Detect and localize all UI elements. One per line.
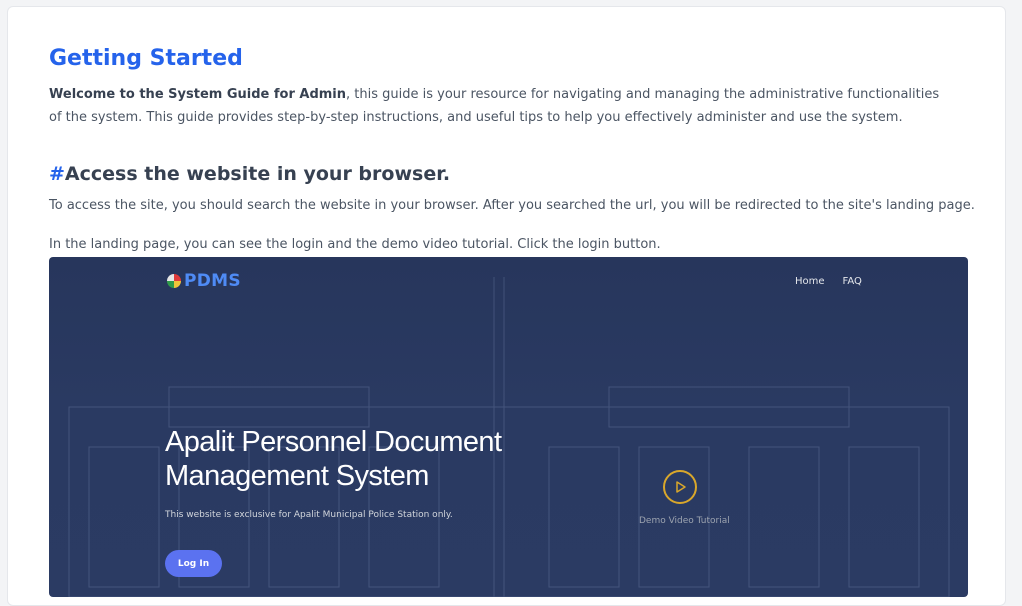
section-paragraph-2: In the landing page, you can see the log… (49, 237, 661, 252)
intro-bold-text: Welcome to the System Guide for Admin (49, 87, 347, 102)
play-video-button[interactable] (663, 470, 697, 504)
section-heading-text: Access the website in your browser. (64, 163, 451, 185)
landing-page-screenshot: PDMS Home FAQ Apalit Personnel Document … (49, 257, 968, 597)
top-nav: Home FAQ (795, 276, 862, 287)
hero-title-line-1: Apalit Personnel Document (165, 426, 502, 458)
guide-card: Getting Started Welcome to the System Gu… (7, 6, 1006, 606)
play-icon (676, 481, 686, 493)
section-paragraph-1: To access the site, you should search th… (49, 198, 975, 213)
nav-home-link[interactable]: Home (795, 276, 825, 287)
page-title: Getting Started (49, 46, 243, 71)
intro-paragraph: Welcome to the System Guide for Admin, t… (49, 83, 949, 129)
pdms-logo-icon (167, 274, 181, 288)
section-hash: # (49, 163, 65, 185)
brand[interactable]: PDMS (167, 271, 241, 291)
demo-video-label: Demo Video Tutorial (639, 516, 730, 526)
hero-title: Apalit Personnel Document Management Sys… (165, 425, 585, 493)
hero-title-line-2: Management System (165, 460, 429, 492)
hero-subtitle: This website is exclusive for Apalit Mun… (165, 510, 453, 520)
nav-faq-link[interactable]: FAQ (843, 276, 862, 287)
login-button[interactable]: Log In (165, 550, 222, 577)
brand-name: PDMS (184, 271, 241, 291)
section-heading: #Access the website in your browser. (49, 163, 450, 185)
